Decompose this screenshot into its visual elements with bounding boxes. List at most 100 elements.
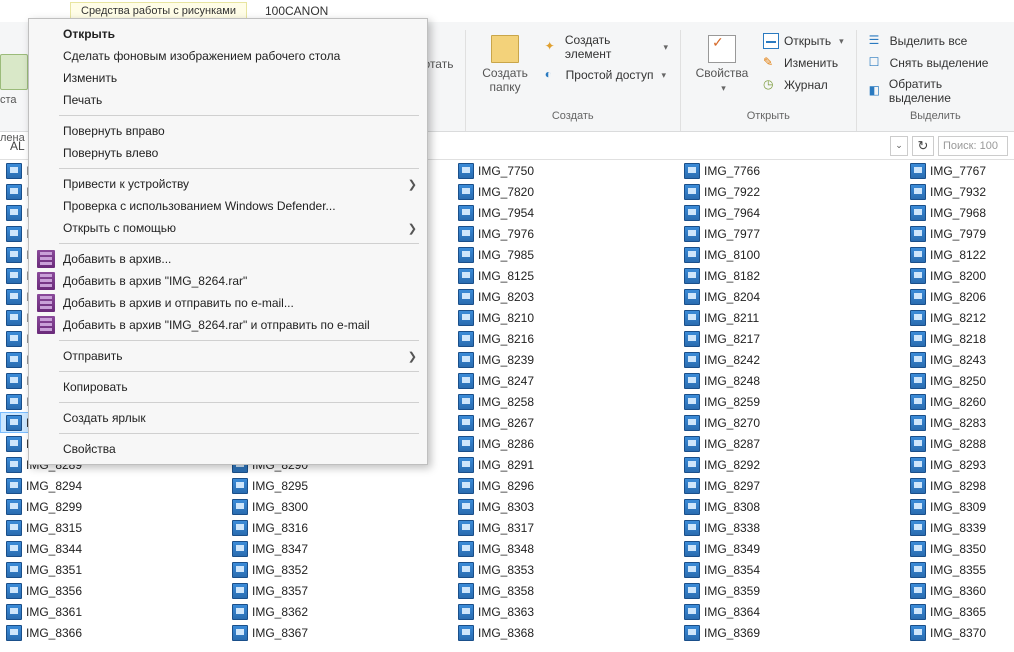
ctx-rotate-left[interactable]: Повернуть влево (29, 142, 427, 164)
file-item[interactable]: IMG_7976 (452, 223, 678, 244)
file-item[interactable]: IMG_8286 (452, 433, 678, 454)
new-folder-button[interactable]: Создать папку (472, 30, 539, 98)
address-history-dropdown[interactable]: ⌄ (890, 136, 908, 156)
file-item[interactable]: IMG_8259 (678, 391, 904, 412)
file-item[interactable]: IMG_8200 (904, 265, 1014, 286)
file-item[interactable]: IMG_8317 (452, 517, 678, 538)
file-item[interactable]: IMG_8248 (678, 370, 904, 391)
file-item[interactable]: IMG_8212 (904, 307, 1014, 328)
file-item[interactable]: IMG_8316 (226, 517, 452, 538)
file-item[interactable]: IMG_8258 (452, 391, 678, 412)
file-item[interactable]: IMG_8218 (904, 328, 1014, 349)
open-button[interactable]: Открыть ▾ (757, 32, 850, 50)
file-item[interactable]: IMG_8270 (678, 412, 904, 433)
file-item[interactable]: IMG_8344 (0, 538, 226, 559)
file-item[interactable]: IMG_8206 (904, 286, 1014, 307)
file-item[interactable]: IMG_8352 (226, 559, 452, 580)
file-item[interactable]: IMG_8122 (904, 244, 1014, 265)
file-item[interactable]: IMG_8296 (452, 475, 678, 496)
file-item[interactable]: IMG_8291 (452, 454, 678, 475)
file-item[interactable]: IMG_7766 (678, 160, 904, 181)
file-item[interactable]: IMG_8348 (452, 538, 678, 559)
file-item[interactable]: IMG_7922 (678, 181, 904, 202)
file-item[interactable]: IMG_7977 (678, 223, 904, 244)
file-item[interactable]: IMG_8216 (452, 328, 678, 349)
ctx-cast-to-device[interactable]: Привести к устройству❯ (29, 173, 427, 195)
file-item[interactable]: IMG_8338 (678, 517, 904, 538)
file-item[interactable]: IMG_8297 (678, 475, 904, 496)
file-item[interactable]: IMG_8203 (452, 286, 678, 307)
ctx-set-background[interactable]: Сделать фоновым изображением рабочего ст… (29, 45, 427, 67)
file-item[interactable]: IMG_8357 (226, 580, 452, 601)
ctx-rar-named-email[interactable]: Добавить в архив "IMG_8264.rar" и отправ… (29, 314, 427, 336)
file-item[interactable]: IMG_7968 (904, 202, 1014, 223)
file-item[interactable]: IMG_8361 (0, 601, 226, 622)
file-item[interactable]: IMG_8347 (226, 538, 452, 559)
file-item[interactable]: IMG_7932 (904, 181, 1014, 202)
ctx-copy[interactable]: Копировать (29, 376, 427, 398)
file-item[interactable]: IMG_8217 (678, 328, 904, 349)
file-item[interactable]: IMG_7750 (452, 160, 678, 181)
file-item[interactable]: IMG_8239 (452, 349, 678, 370)
file-item[interactable]: IMG_7979 (904, 223, 1014, 244)
file-item[interactable]: IMG_8204 (678, 286, 904, 307)
file-item[interactable]: IMG_8100 (678, 244, 904, 265)
ctx-print[interactable]: Печать (29, 89, 427, 111)
file-item[interactable]: IMG_8356 (0, 580, 226, 601)
ctx-edit[interactable]: Изменить (29, 67, 427, 89)
file-item[interactable]: IMG_8362 (226, 601, 452, 622)
file-item[interactable]: IMG_8242 (678, 349, 904, 370)
file-item[interactable]: IMG_8300 (226, 496, 452, 517)
file-item[interactable]: IMG_8182 (678, 265, 904, 286)
file-item[interactable]: IMG_8288 (904, 433, 1014, 454)
file-item[interactable]: IMG_7985 (452, 244, 678, 265)
file-item[interactable]: IMG_8247 (452, 370, 678, 391)
ctx-open[interactable]: Открыть (29, 23, 427, 45)
file-item[interactable]: IMG_8298 (904, 475, 1014, 496)
file-item[interactable]: IMG_8308 (678, 496, 904, 517)
file-item[interactable]: IMG_8125 (452, 265, 678, 286)
file-item[interactable]: IMG_8360 (904, 580, 1014, 601)
file-item[interactable]: IMG_8354 (678, 559, 904, 580)
ctx-open-with[interactable]: Открыть с помощью❯ (29, 217, 427, 239)
file-item[interactable]: IMG_8287 (678, 433, 904, 454)
ctx-create-shortcut[interactable]: Создать ярлык (29, 407, 427, 429)
file-item[interactable]: IMG_8369 (678, 622, 904, 643)
ctx-rar-add-named[interactable]: Добавить в архив "IMG_8264.rar" (29, 270, 427, 292)
invert-selection-button[interactable]: Обратить выделение (863, 76, 1008, 106)
file-item[interactable]: IMG_8351 (0, 559, 226, 580)
select-all-button[interactable]: Выделить все (863, 32, 1008, 50)
file-item[interactable]: IMG_8358 (452, 580, 678, 601)
file-item[interactable]: IMG_8370 (904, 622, 1014, 643)
ctx-defender-scan[interactable]: Проверка с использованием Windows Defend… (29, 195, 427, 217)
file-item[interactable]: IMG_8283 (904, 412, 1014, 433)
file-item[interactable]: IMG_8355 (904, 559, 1014, 580)
file-item[interactable]: IMG_7820 (452, 181, 678, 202)
file-item[interactable]: IMG_8365 (904, 601, 1014, 622)
file-item[interactable]: IMG_8315 (0, 517, 226, 538)
file-item[interactable]: IMG_8366 (0, 622, 226, 643)
ctx-rar-add[interactable]: Добавить в архив... (29, 248, 427, 270)
refresh-button[interactable] (912, 136, 934, 156)
edit-button[interactable]: ✎ Изменить (757, 54, 850, 72)
properties-button[interactable]: Свойства ▾ (687, 30, 757, 98)
file-item[interactable]: IMG_8303 (452, 496, 678, 517)
file-item[interactable]: IMG_8267 (452, 412, 678, 433)
file-item[interactable]: IMG_8350 (904, 538, 1014, 559)
journal-button[interactable]: ◷ Журнал (757, 76, 850, 94)
file-item[interactable]: IMG_8339 (904, 517, 1014, 538)
file-item[interactable]: IMG_8211 (678, 307, 904, 328)
file-item[interactable]: IMG_7767 (904, 160, 1014, 181)
easy-access-button[interactable]: ◐ Простой доступ ▾ (539, 66, 674, 84)
ctx-send-to[interactable]: Отправить❯ (29, 345, 427, 367)
file-item[interactable]: IMG_8294 (0, 475, 226, 496)
file-item[interactable]: IMG_8243 (904, 349, 1014, 370)
file-item[interactable]: IMG_8299 (0, 496, 226, 517)
file-item[interactable]: IMG_8293 (904, 454, 1014, 475)
ctx-rotate-right[interactable]: Повернуть вправо (29, 120, 427, 142)
ctx-properties[interactable]: Свойства (29, 438, 427, 460)
file-item[interactable]: IMG_8359 (678, 580, 904, 601)
file-item[interactable]: IMG_8295 (226, 475, 452, 496)
search-input[interactable]: Поиск: 100 (938, 136, 1008, 156)
file-item[interactable]: IMG_8367 (226, 622, 452, 643)
